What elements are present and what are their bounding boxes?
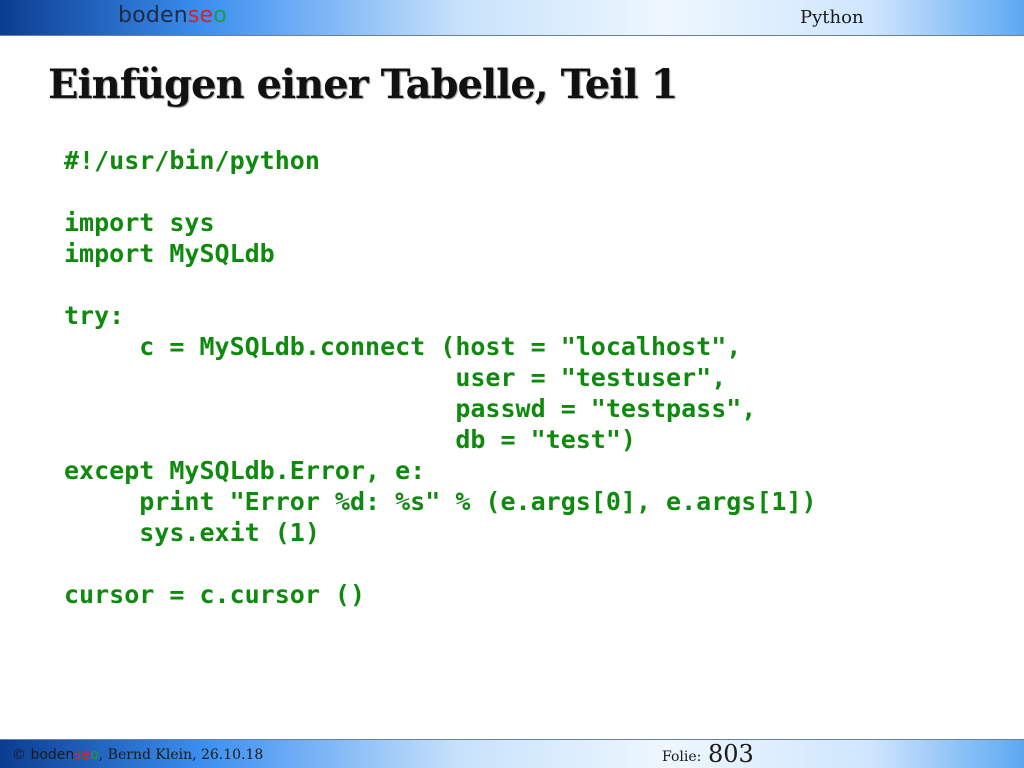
- code-block: #!/usr/bin/python import sys import MySQ…: [64, 145, 1004, 610]
- code-line: #!/usr/bin/python: [64, 146, 320, 175]
- copyright-symbol: ©: [12, 747, 26, 763]
- footer-brand-part-3: o: [90, 747, 99, 763]
- folie-number: 803: [708, 740, 754, 768]
- slide-title: Einfügen einer Tabelle, Teil 1: [48, 61, 678, 108]
- code-line: except MySQLdb.Error, e:: [64, 456, 426, 485]
- code-line: import MySQLdb: [64, 239, 275, 268]
- code-line: print "Error %d: %s" % (e.args[0], e.arg…: [64, 487, 817, 516]
- footer-brand-part-2: se: [74, 747, 91, 763]
- code-line: sys.exit (1): [64, 518, 320, 547]
- footer-bar: © bodenseo, Bernd Klein, 26.10.18 Folie:…: [0, 739, 1024, 768]
- logo-part-2: se: [187, 3, 214, 28]
- header-topic: Python: [800, 7, 864, 28]
- footer-author-date: , Bernd Klein, 26.10.18: [98, 747, 264, 763]
- logo-part-3: o: [213, 3, 227, 28]
- header-bar: bodenseo Python: [0, 0, 1024, 36]
- code-line: import sys: [64, 208, 215, 237]
- footer-brand: bodenseo: [30, 747, 98, 763]
- slide: bodenseo Python Einfügen einer Tabelle, …: [0, 0, 1024, 768]
- folie-label: Folie:: [662, 749, 702, 765]
- footer-copyright: © bodenseo, Bernd Klein, 26.10.18: [12, 747, 263, 763]
- code-line: db = "test"): [64, 425, 636, 454]
- code-line: c = MySQLdb.connect (host = "localhost",: [64, 332, 742, 361]
- code-line: cursor = c.cursor (): [64, 580, 366, 609]
- code-line: try:: [64, 301, 125, 330]
- bodenseo-logo: bodenseo: [118, 4, 227, 28]
- logo-part-1: boden: [118, 3, 188, 28]
- footer-brand-part-1: boden: [30, 747, 75, 763]
- code-line: user = "testuser",: [64, 363, 727, 392]
- code-line: passwd = "testpass",: [64, 394, 757, 423]
